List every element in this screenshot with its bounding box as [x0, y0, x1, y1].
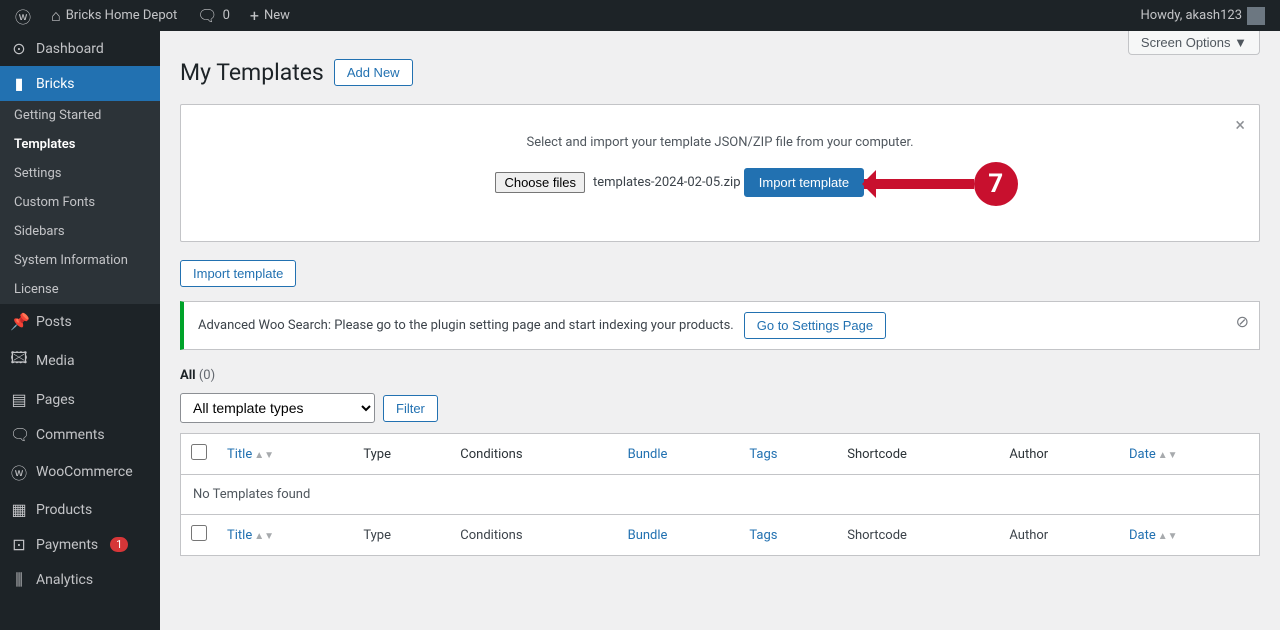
menu-posts[interactable]: 📌Posts — [0, 304, 160, 339]
col-bundle-footer[interactable]: Bundle — [628, 528, 668, 543]
col-shortcode-footer: Shortcode — [837, 515, 999, 556]
woo-icon: ⓦ — [10, 460, 28, 484]
col-title-footer[interactable]: Title — [227, 528, 252, 543]
import-intro: Select and import your template JSON/ZIP… — [201, 135, 1239, 150]
submenu-getting-started[interactable]: Getting Started — [0, 101, 160, 130]
filter-button[interactable]: Filter — [383, 395, 438, 422]
menu-bricks[interactable]: ▮Bricks — [0, 66, 160, 101]
col-shortcode: Shortcode — [837, 434, 999, 475]
notice-text: Advanced Woo Search: Please go to the pl… — [198, 318, 734, 333]
wp-logo[interactable]: ⓦ — [8, 0, 38, 31]
page-icon: ▤ — [10, 390, 28, 409]
sort-icon: ▲▼ — [1158, 531, 1178, 542]
site-name-link[interactable]: ⌂ Bricks Home Depot — [44, 0, 184, 31]
col-type: Type — [353, 434, 450, 475]
howdy-text: Howdy, akash123 — [1140, 8, 1242, 23]
products-icon: ▦ — [10, 500, 28, 519]
wordpress-icon: ⓦ — [15, 4, 31, 28]
col-tags[interactable]: Tags — [749, 447, 777, 462]
comments-count: 0 — [223, 8, 230, 23]
avatar-icon — [1247, 7, 1265, 25]
col-conditions: Conditions — [450, 434, 617, 475]
submenu-settings[interactable]: Settings — [0, 159, 160, 188]
col-type-footer: Type — [353, 515, 450, 556]
admin-sidebar: ⊙Dashboard ▮Bricks Getting Started Templ… — [0, 31, 160, 630]
sort-icon: ▲▼ — [1158, 450, 1178, 461]
aws-notice: Advanced Woo Search: Please go to the pl… — [180, 301, 1260, 350]
menu-products[interactable]: ▦Products — [0, 492, 160, 527]
menu-comments[interactable]: 🗨Comments — [0, 417, 160, 452]
bricks-submenu: Getting Started Templates Settings Custo… — [0, 101, 160, 304]
analytics-icon: ⫼ — [10, 570, 28, 590]
new-content-link[interactable]: + New — [243, 0, 297, 31]
sort-icon: ▲▼ — [254, 531, 274, 542]
pin-icon: 📌 — [10, 312, 28, 331]
selected-file-name: templates-2024-02-05.zip — [593, 175, 741, 190]
col-conditions-footer: Conditions — [450, 515, 617, 556]
add-new-button[interactable]: Add New — [334, 59, 413, 86]
import-panel: × Select and import your template JSON/Z… — [180, 104, 1260, 242]
media-icon: 🖾 — [10, 347, 28, 374]
col-tags-footer[interactable]: Tags — [749, 528, 777, 543]
menu-pages[interactable]: ▤Pages — [0, 382, 160, 417]
admin-toolbar: ⓦ ⌂Bricks Home Depot 🗨0 +New Howdy, akas… — [0, 0, 1280, 31]
menu-analytics[interactable]: ⫼Analytics — [0, 562, 160, 598]
menu-dashboard[interactable]: ⊙Dashboard — [0, 31, 160, 66]
submenu-system-information[interactable]: System Information — [0, 246, 160, 275]
submenu-templates[interactable]: Templates — [0, 130, 160, 159]
submenu-custom-fonts[interactable]: Custom Fonts — [0, 188, 160, 217]
no-items-row: No Templates found — [181, 475, 1260, 515]
screen-options-wrap: Screen Options ▼ — [1128, 31, 1260, 55]
dashboard-icon: ⊙ — [10, 39, 28, 58]
new-label: New — [264, 8, 290, 23]
view-all-link[interactable]: All (0) — [180, 368, 1260, 383]
col-date[interactable]: Date — [1129, 447, 1156, 462]
col-bundle[interactable]: Bundle — [628, 447, 668, 462]
comment-icon: 🗨 — [197, 6, 217, 25]
arrow-icon — [864, 179, 974, 189]
user-greeting[interactable]: Howdy, akash123 — [1133, 0, 1272, 31]
sort-icon: ▲▼ — [254, 450, 274, 461]
payments-badge: 1 — [110, 537, 128, 552]
plus-icon: + — [250, 6, 259, 25]
go-to-settings-button[interactable]: Go to Settings Page — [744, 312, 886, 339]
choose-files-button[interactable]: Choose files — [495, 172, 585, 193]
screen-options-toggle[interactable]: Screen Options ▼ — [1128, 31, 1260, 55]
template-type-filter[interactable]: All template types — [180, 393, 375, 423]
menu-payments[interactable]: ⊡Payments1 — [0, 527, 160, 562]
col-author: Author — [999, 434, 1119, 475]
payments-icon: ⊡ — [10, 535, 28, 554]
site-name: Bricks Home Depot — [66, 8, 178, 23]
comment-icon: 🗨 — [10, 425, 28, 444]
menu-media[interactable]: 🖾Media — [0, 339, 160, 382]
step-number: 7 — [974, 162, 1018, 206]
select-all-checkbox-footer[interactable] — [191, 525, 207, 541]
col-author-footer: Author — [999, 515, 1119, 556]
menu-woocommerce[interactable]: ⓦWooCommerce — [0, 452, 160, 492]
submenu-license[interactable]: License — [0, 275, 160, 304]
templates-table: Title▲▼ Type Conditions Bundle Tags Shor… — [180, 433, 1260, 556]
import-template-button[interactable]: Import template — [744, 168, 864, 197]
annotation-step-7: 7 — [864, 162, 1018, 206]
bricks-icon: ▮ — [10, 74, 28, 93]
close-icon[interactable]: × — [1235, 115, 1245, 136]
dismiss-icon[interactable]: ⊘ — [1236, 312, 1249, 331]
import-template-trigger[interactable]: Import template — [180, 260, 296, 287]
home-icon: ⌂ — [51, 6, 61, 26]
col-title[interactable]: Title — [227, 447, 252, 462]
page-title: My Templates — [180, 59, 324, 86]
main-content: Screen Options ▼ My Templates Add New × … — [160, 31, 1280, 630]
select-all-checkbox[interactable] — [191, 444, 207, 460]
col-date-footer[interactable]: Date — [1129, 528, 1156, 543]
comments-link[interactable]: 🗨0 — [190, 0, 237, 31]
submenu-sidebars[interactable]: Sidebars — [0, 217, 160, 246]
